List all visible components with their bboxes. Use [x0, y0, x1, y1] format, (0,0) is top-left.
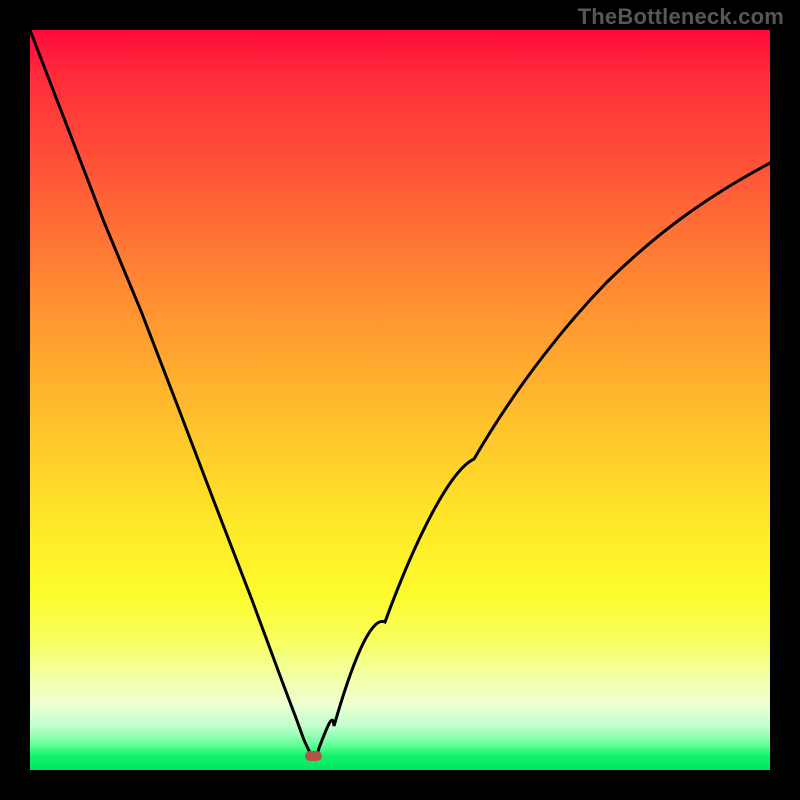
- bottleneck-curve: [30, 30, 770, 770]
- curve-path: [30, 30, 770, 757]
- chart-frame: TheBottleneck.com: [0, 0, 800, 800]
- plot-area: [30, 30, 770, 770]
- watermark-text: TheBottleneck.com: [578, 4, 784, 30]
- optimum-marker: [305, 751, 322, 761]
